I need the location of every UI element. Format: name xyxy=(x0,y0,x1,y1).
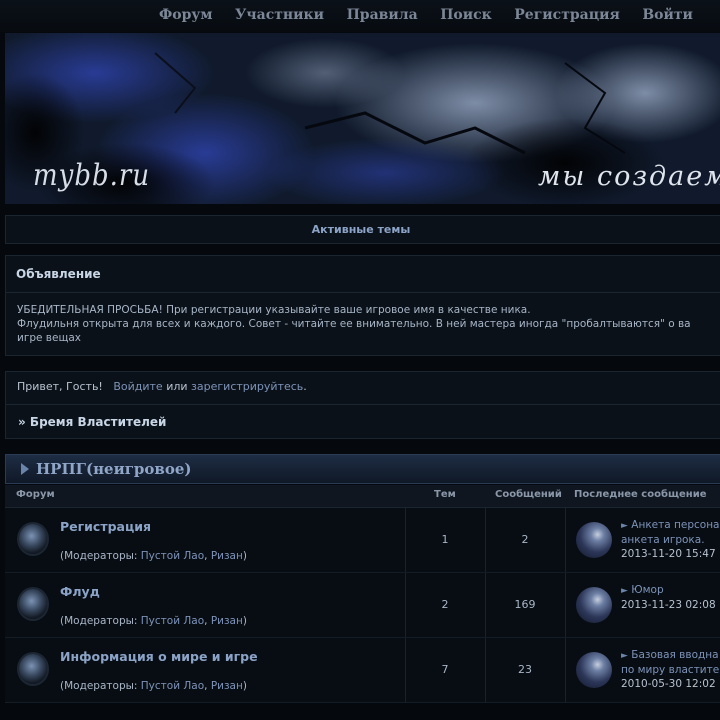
last-post-link-continued[interactable]: анкета игрока. xyxy=(621,534,705,546)
header-banner[interactable]: mybb.ru мы создаем общ xyxy=(5,33,720,204)
column-divider xyxy=(565,508,566,572)
post-count: 169 xyxy=(514,598,536,611)
topic-count: 2 xyxy=(441,598,449,611)
announcement-panel: Объявление УБЕДИТЕЛЬНАЯ ПРОСЬБА! При рег… xyxy=(5,255,720,356)
announcement-line: Флудильня открыта для всех и каждого. Со… xyxy=(17,318,691,330)
announcement-body: УБЕДИТЕЛЬНАЯ ПРОСЬБА! При регистрации ук… xyxy=(17,303,720,345)
forum-moderators: (Модераторы: Пустой Лао, Ризан) xyxy=(60,680,247,692)
moderators-prefix: (Модераторы: xyxy=(60,680,141,692)
last-post-info: ► Юмор 2013-11-23 02:08 xyxy=(621,583,716,612)
moderator-link[interactable]: Ризан xyxy=(211,615,243,627)
arrow-icon: ► xyxy=(621,521,628,531)
nav-register[interactable]: Регистрация xyxy=(514,7,620,23)
arrow-icon: ► xyxy=(621,586,628,596)
collapse-arrow-icon[interactable] xyxy=(21,463,29,475)
last-post-link[interactable]: Базовая вводна xyxy=(631,649,718,661)
welcome-line: Привет, Гость! Войдите или зарегистрируй… xyxy=(17,380,307,393)
top-navigation: Форум Участники Правила Поиск Регистраци… xyxy=(0,0,720,32)
forum-moderators: (Модераторы: Пустой Лао, Ризан) xyxy=(60,550,247,562)
last-poster-avatar[interactable] xyxy=(576,587,612,623)
nav-forum[interactable]: Форум xyxy=(159,7,213,23)
moderator-link[interactable]: Пустой Лао xyxy=(141,680,204,692)
guest-greeting: Привет, Гость! xyxy=(17,380,103,393)
forum-status-icon xyxy=(19,589,47,619)
nav-login[interactable]: Войти xyxy=(642,7,693,23)
column-last-post: Последнее сообщение xyxy=(574,489,707,500)
nav-rules[interactable]: Правила xyxy=(347,7,418,23)
column-topics: Тем xyxy=(434,489,456,500)
table-row: Регистрация (Модераторы: Пустой Лао, Риз… xyxy=(5,508,720,573)
last-post-link[interactable]: Анкета персона xyxy=(631,519,719,531)
separator-text: , xyxy=(204,615,211,627)
table-header: Форум Тем Сообщений Последнее сообщение xyxy=(5,485,720,508)
topic-count: 1 xyxy=(441,533,449,546)
column-divider xyxy=(565,638,566,702)
last-poster-avatar[interactable] xyxy=(576,652,612,688)
post-count: 2 xyxy=(521,533,529,546)
login-link[interactable]: Войдите xyxy=(113,380,162,393)
announcement-line: УБЕДИТЕЛЬНАЯ ПРОСЬБА! При регистрации ук… xyxy=(17,304,531,316)
active-topics-link[interactable]: Активные темы xyxy=(312,223,411,236)
last-post-date: 2010-05-30 12:02 xyxy=(621,678,716,690)
moderator-link[interactable]: Пустой Лао xyxy=(141,615,204,627)
column-divider xyxy=(565,573,566,637)
last-post-info: ► Базовая вводна по миру властите 2010-0… xyxy=(621,648,719,691)
welcome-panel: Привет, Гость! Войдите или зарегистрируй… xyxy=(5,371,720,439)
forum-name-link[interactable]: Флуд xyxy=(60,584,100,599)
table-row: Информация о мире и игре (Модераторы: Пу… xyxy=(5,638,720,703)
topic-count: 7 xyxy=(441,663,449,676)
last-post-info: ► Анкета персона анкета игрока. 2013-11-… xyxy=(621,518,720,561)
register-link[interactable]: зарегистрируйтесь xyxy=(191,380,303,393)
forum-status-icon xyxy=(19,524,47,554)
moderators-prefix: (Модераторы: xyxy=(60,615,141,627)
announcement-line: игре вещах xyxy=(17,332,81,344)
category-title: НРПГ(неигровое) xyxy=(36,460,192,478)
divider xyxy=(6,404,720,405)
active-topics-bar: Активные темы xyxy=(5,215,720,244)
period-text: . xyxy=(303,380,307,393)
moderators-prefix: (Модераторы: xyxy=(60,550,141,562)
column-posts: Сообщений xyxy=(495,489,562,500)
moderator-link[interactable]: Ризан xyxy=(211,550,243,562)
post-count: 23 xyxy=(518,663,532,676)
nav-search[interactable]: Поиск xyxy=(440,7,492,23)
column-forum: Форум xyxy=(16,489,55,500)
last-post-link-continued[interactable]: по миру властите xyxy=(621,664,719,676)
forum-moderators: (Модераторы: Пустой Лао, Ризан) xyxy=(60,615,247,627)
announcement-title: Объявление xyxy=(16,267,101,281)
last-post-date: 2013-11-23 02:08 xyxy=(621,599,716,611)
table-row: Флуд (Модераторы: Пустой Лао, Ризан) 2 1… xyxy=(5,573,720,638)
forum-name-link[interactable]: Информация о мире и игре xyxy=(60,649,258,664)
moderator-link[interactable]: Ризан xyxy=(211,680,243,692)
last-poster-avatar[interactable] xyxy=(576,522,612,558)
separator-text: , xyxy=(204,680,211,692)
last-post-date: 2013-11-20 15:47 xyxy=(621,548,716,560)
category-header[interactable]: НРПГ(неигровое) xyxy=(5,454,720,484)
last-post-link[interactable]: Юмор xyxy=(631,584,663,596)
breadcrumb[interactable]: » Бремя Властителей xyxy=(18,415,166,429)
arrow-icon: ► xyxy=(621,651,628,661)
moderators-suffix: ) xyxy=(242,680,247,692)
banner-slogan: мы создаем общ xyxy=(538,161,720,192)
separator-text: , xyxy=(204,550,211,562)
forum-name-link[interactable]: Регистрация xyxy=(60,519,151,534)
moderator-link[interactable]: Пустой Лао xyxy=(141,550,204,562)
moderators-suffix: ) xyxy=(242,615,247,627)
moderators-suffix: ) xyxy=(242,550,247,562)
or-text: или xyxy=(166,380,188,393)
nav-members[interactable]: Участники xyxy=(235,7,324,23)
site-logo: mybb.ru xyxy=(33,158,151,194)
forum-status-icon xyxy=(19,654,47,684)
